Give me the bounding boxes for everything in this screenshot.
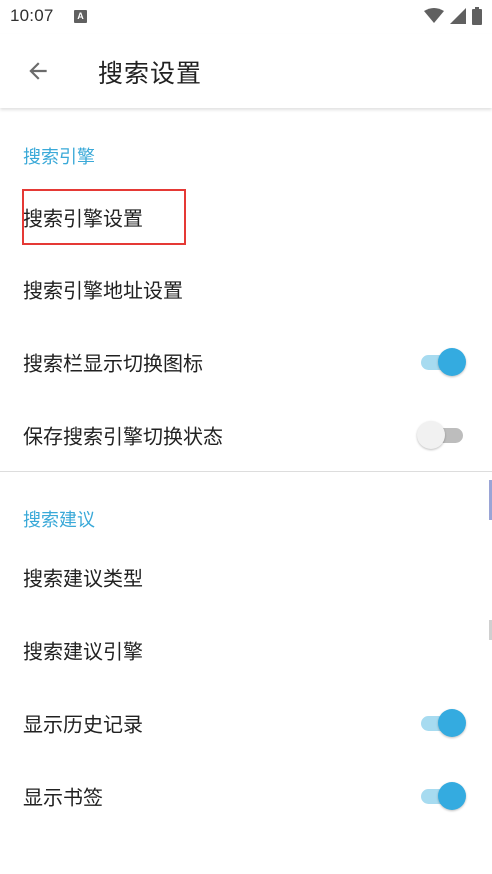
pref-show-switch-icon[interactable]: 搜索栏显示切换图标 — [0, 326, 492, 398]
battery-icon — [472, 7, 482, 25]
pref-search-engine-url-settings[interactable]: 搜索引擎地址设置 — [0, 253, 492, 325]
pref-title: 保存搜索引擎切换状态 — [23, 424, 223, 449]
status-bar: 10:07 A — [0, 0, 492, 34]
pref-title: 搜索栏显示切换图标 — [23, 351, 203, 376]
section-header-search-suggestions: 搜索建议 — [23, 510, 95, 531]
toggle-switch-on[interactable] — [421, 782, 466, 810]
section-divider — [0, 471, 492, 472]
pref-save-engine-switch-state[interactable]: 保存搜索引擎切换状态 — [0, 399, 492, 471]
settings-list: 搜索引擎 搜索引擎设置 搜索引擎地址设置 搜索栏显示切换图标 保存搜索引擎切换状… — [0, 108, 492, 874]
pref-suggestion-type[interactable]: 搜索建议类型 — [0, 541, 492, 613]
switch-thumb — [417, 421, 445, 449]
app-bar: 搜索设置 — [0, 34, 492, 108]
pref-title: 显示历史记录 — [23, 712, 143, 737]
screen: 10:07 A 搜索设置 搜索引擎 搜索引擎设置 搜索引擎地址设置 搜索栏显示切… — [0, 0, 492, 874]
pref-suggestion-engine[interactable]: 搜索建议引擎 — [0, 614, 492, 686]
switch-thumb — [438, 348, 466, 376]
arrow-left-icon — [29, 62, 47, 80]
toggle-switch-on[interactable] — [421, 709, 466, 737]
toggle-switch-off[interactable] — [417, 421, 465, 449]
status-indicators — [424, 7, 482, 25]
pref-title: 搜索建议引擎 — [23, 639, 143, 664]
pref-show-bookmarks[interactable]: 显示书签 — [0, 760, 492, 832]
page-title: 搜索设置 — [98, 59, 203, 88]
wifi-icon — [424, 8, 444, 23]
highlight-box — [22, 189, 186, 245]
pref-title: 显示书签 — [23, 785, 103, 810]
pref-title: 搜索引擎地址设置 — [23, 278, 183, 303]
back-button[interactable] — [18, 51, 58, 91]
signal-icon — [450, 8, 466, 24]
pref-title: 搜索建议类型 — [23, 566, 143, 591]
switch-thumb — [438, 782, 466, 810]
switch-thumb — [438, 709, 466, 737]
toggle-switch-on[interactable] — [421, 348, 466, 376]
section-header-search-engine: 搜索引擎 — [23, 147, 95, 168]
status-time: 10:07 — [10, 6, 54, 25]
pref-show-history[interactable]: 显示历史记录 — [0, 687, 492, 759]
notification-icon: A — [74, 10, 87, 23]
